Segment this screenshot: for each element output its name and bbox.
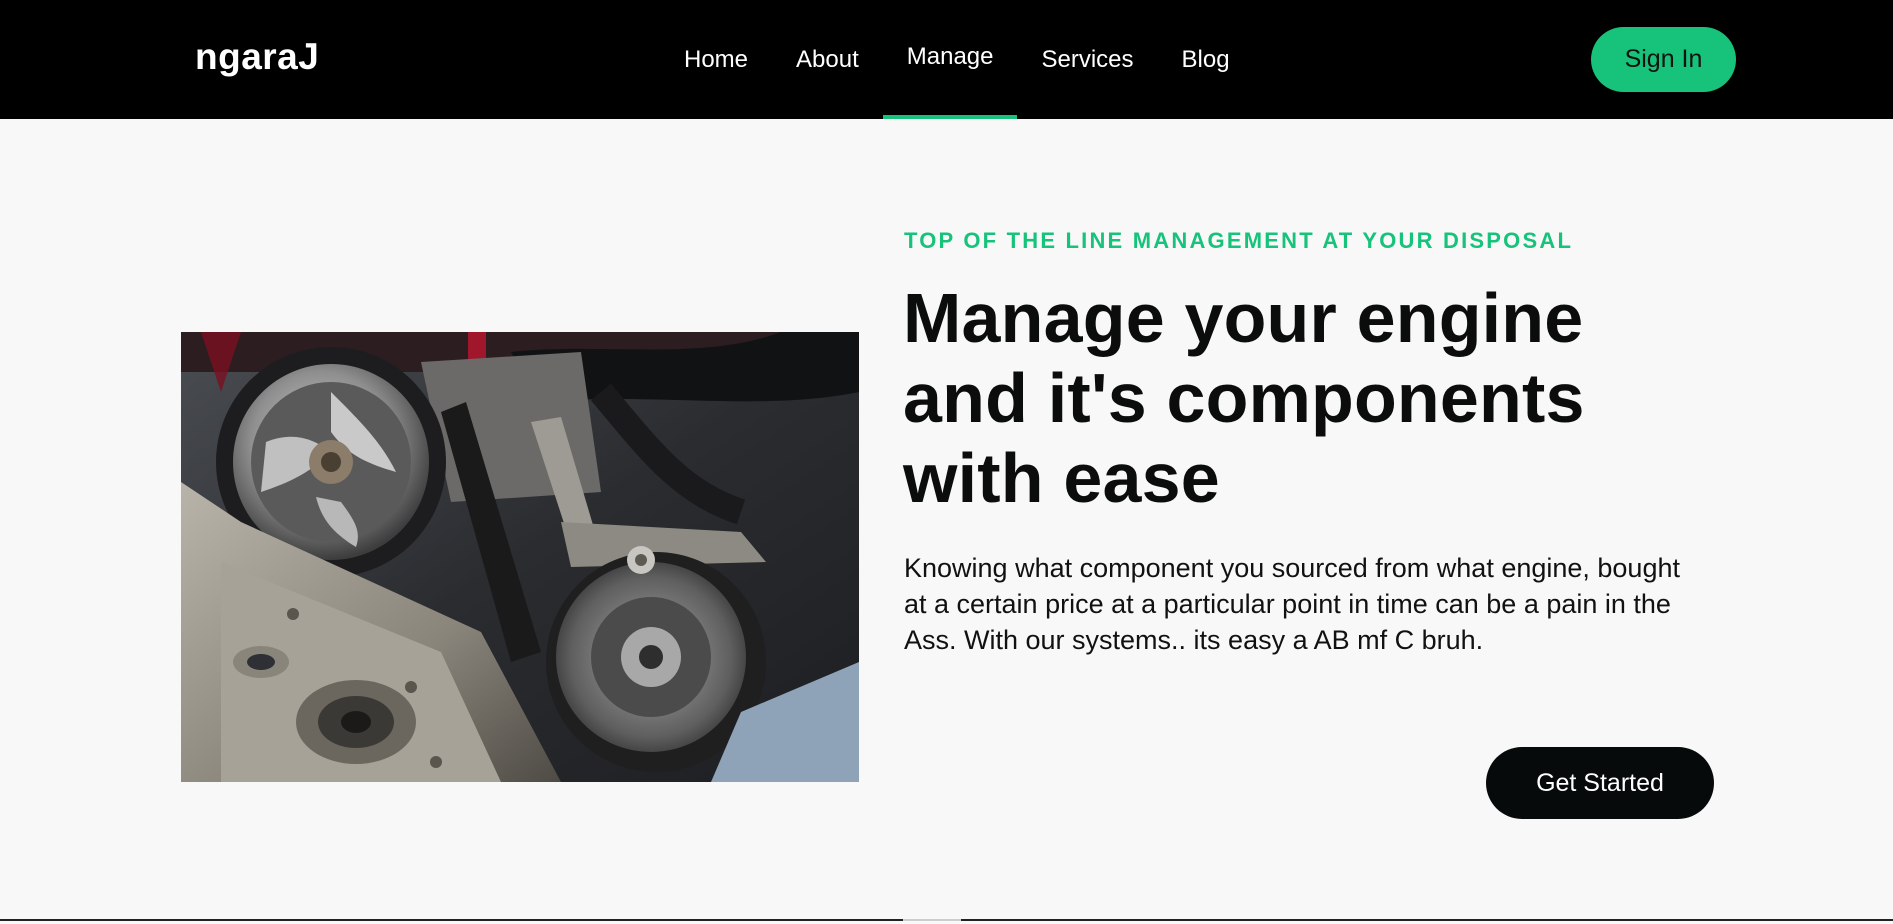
hero-headline: Manage your engine and it's components w… — [903, 279, 1585, 517]
nav-link-home[interactable]: Home — [660, 0, 772, 119]
nav-link-manage[interactable]: Manage — [882, 0, 1018, 119]
scroll-indicator — [903, 919, 961, 921]
nav-link-blog[interactable]: Blog — [1158, 0, 1254, 119]
get-started-button[interactable]: Get Started — [1486, 747, 1714, 819]
engine-illustration — [181, 332, 859, 782]
nav-link-about[interactable]: About — [772, 0, 883, 119]
brand-logo[interactable]: ngaraJ — [195, 36, 319, 78]
engine-photo — [181, 332, 859, 782]
navbar: ngaraJ Home About Manage Services Blog S… — [0, 0, 1893, 119]
sign-in-button[interactable]: Sign In — [1591, 27, 1736, 92]
nav-link-services[interactable]: Services — [1017, 0, 1157, 119]
main-nav: Home About Manage Services Blog — [660, 0, 1254, 119]
hero-description: Knowing what component you sourced from … — [904, 553, 1680, 655]
hero-eyebrow: TOP OF THE LINE MANAGEMENT AT YOUR DISPO… — [904, 228, 1574, 253]
